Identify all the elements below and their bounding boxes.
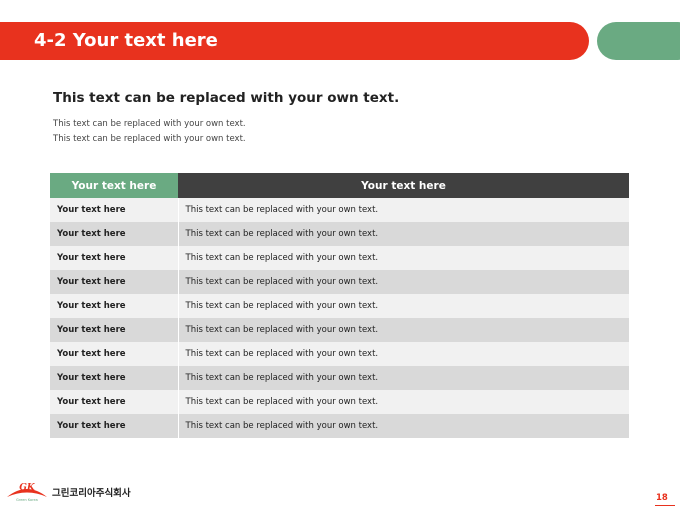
table-row-label: Your text here <box>50 366 179 390</box>
table-row: Your text here This text can be replaced… <box>50 246 629 270</box>
table-row: Your text here This text can be replaced… <box>50 318 629 342</box>
table-row: Your text here This text can be replaced… <box>50 390 629 414</box>
table-row-text: This text can be replaced with your own … <box>178 318 629 342</box>
table-row-text: This text can be replaced with your own … <box>178 246 629 270</box>
table-row-text: This text can be replaced with your own … <box>178 366 629 390</box>
table-row: Your text here This text can be replaced… <box>50 294 629 318</box>
table-row-label: Your text here <box>50 318 179 342</box>
slide-title: 4-2 Your text here <box>34 30 218 51</box>
table-row-label: Your text here <box>50 414 179 438</box>
title-bar: 4-2 Your text here <box>0 22 589 60</box>
table-row: Your text here This text can be replaced… <box>50 222 629 246</box>
table-row: Your text here This text can be replaced… <box>50 198 629 222</box>
company-name: 그린코리아주식회사 <box>52 488 131 499</box>
company-logo-icon: GK Green Korea <box>7 483 47 502</box>
table-row: Your text here This text can be replaced… <box>50 270 629 294</box>
description-line: This text can be replaced with your own … <box>53 119 246 129</box>
table-row-text: This text can be replaced with your own … <box>178 294 629 318</box>
table-header-row: Your text here Your text here <box>50 173 629 198</box>
table-row-label: Your text here <box>50 270 179 294</box>
content-subtitle: This text can be replaced with your own … <box>53 90 400 106</box>
table-row-label: Your text here <box>50 294 179 318</box>
table-header-label: Your text here <box>50 173 178 198</box>
table-header-description: Your text here <box>178 173 629 198</box>
table-row-text: This text can be replaced with your own … <box>178 414 629 438</box>
page-number-underline <box>655 505 675 506</box>
table-row-label: Your text here <box>50 198 179 222</box>
table-row-label: Your text here <box>50 222 179 246</box>
table-row-text: This text can be replaced with your own … <box>178 390 629 414</box>
logo-mark: GK <box>19 483 36 493</box>
table-row: Your text here This text can be replaced… <box>50 414 629 438</box>
table-row-text: This text can be replaced with your own … <box>178 222 629 246</box>
table-row: Your text here This text can be replaced… <box>50 366 629 390</box>
page-number: 18 <box>656 493 668 503</box>
logo-tagline: Green Korea <box>16 498 38 502</box>
content-table: Your text here Your text here Your text … <box>50 173 629 438</box>
decorative-green-pill <box>597 22 680 60</box>
description-line: This text can be replaced with your own … <box>53 134 246 144</box>
table-row: Your text here This text can be replaced… <box>50 342 629 366</box>
table-row-text: This text can be replaced with your own … <box>178 198 629 222</box>
table-row-label: Your text here <box>50 390 179 414</box>
table-row-text: This text can be replaced with your own … <box>178 270 629 294</box>
table-row-label: Your text here <box>50 246 179 270</box>
table-row-label: Your text here <box>50 342 179 366</box>
table-row-text: This text can be replaced with your own … <box>178 342 629 366</box>
